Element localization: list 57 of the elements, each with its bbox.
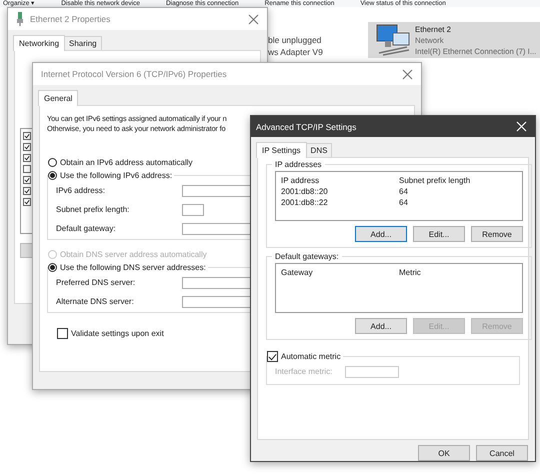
tab[interactable]: Sharing (64, 36, 102, 50)
dialog-button[interactable]: OK (418, 445, 470, 461)
checkbox-label: Automatic metric (281, 352, 341, 361)
radio-label: Obtain DNS server address automatically (60, 250, 207, 259)
tab[interactable]: DNS (306, 143, 332, 157)
checkbox[interactable] (57, 328, 68, 339)
field-label: Interface metric: (275, 367, 334, 376)
list-cell-text: 2001:db8::20 (281, 187, 329, 196)
dialog-button[interactable]: Cancel (476, 445, 528, 461)
close-icon (516, 121, 527, 132)
field-label: Subnet prefix length: (56, 205, 130, 214)
checkbox[interactable] (23, 165, 31, 173)
column-header: Gateway (281, 268, 314, 277)
window-title: Internet Protocol Version 6 (TCP/IPv6) Properties (41, 69, 228, 79)
window-title: Ethernet 2 Properties (30, 14, 112, 24)
list-cell-text: 64 (399, 187, 409, 196)
column-header: IP address (281, 176, 320, 185)
adapter-status-text: ble unplugged (268, 34, 322, 46)
tab[interactable]: Networking (13, 35, 66, 51)
checkbox[interactable] (23, 187, 31, 195)
radio-button[interactable] (48, 171, 57, 180)
checkbox[interactable] (23, 198, 31, 206)
radio-label: Use the following DNS server addresses: (60, 263, 206, 272)
tab[interactable]: IP Settings (256, 142, 307, 158)
checkbox-label: Validate settings upon exit (71, 329, 164, 338)
dialog-button[interactable]: Remove (471, 226, 523, 242)
radio-button[interactable] (48, 158, 57, 167)
window-title: Advanced TCP/IP Settings (256, 122, 358, 132)
radio-label: Use the following IPv6 address: (60, 171, 172, 180)
dialog-button[interactable]: Add... (355, 226, 407, 242)
field-label: Preferred DNS server: (56, 278, 136, 287)
adapter-status-text: ws Adapter V9 (268, 46, 323, 58)
check-icon (268, 352, 277, 360)
network-plug-icon (16, 12, 24, 26)
checkbox[interactable] (23, 132, 31, 140)
radio-button[interactable] (48, 263, 57, 272)
tab[interactable]: General (38, 90, 78, 106)
dialog-button[interactable]: Edit... (413, 226, 465, 242)
column-header: Subnet prefix length (399, 176, 472, 185)
field-label: Default gateway: (56, 224, 117, 233)
input-field (345, 366, 399, 378)
column-header: Metric (399, 268, 422, 277)
dialog-button[interactable]: Add... (355, 318, 407, 334)
list-cell-text: 2001:db8::22 (281, 198, 329, 207)
group-title: IP addresses (274, 160, 323, 169)
close-icon (402, 68, 413, 80)
checkbox[interactable] (267, 351, 278, 362)
checkbox[interactable] (23, 176, 31, 184)
field-label: Alternate DNS server: (56, 297, 135, 306)
radio-label: Obtain an IPv6 address automatically (60, 158, 193, 167)
close-icon (248, 14, 259, 24)
field-label: IPv6 address: (56, 186, 106, 195)
group-title: Default gateways: (274, 252, 340, 261)
checkbox[interactable] (23, 154, 31, 162)
list-cell-text: 64 (399, 198, 409, 207)
checkbox[interactable] (23, 143, 31, 151)
input-field[interactable] (182, 204, 204, 216)
